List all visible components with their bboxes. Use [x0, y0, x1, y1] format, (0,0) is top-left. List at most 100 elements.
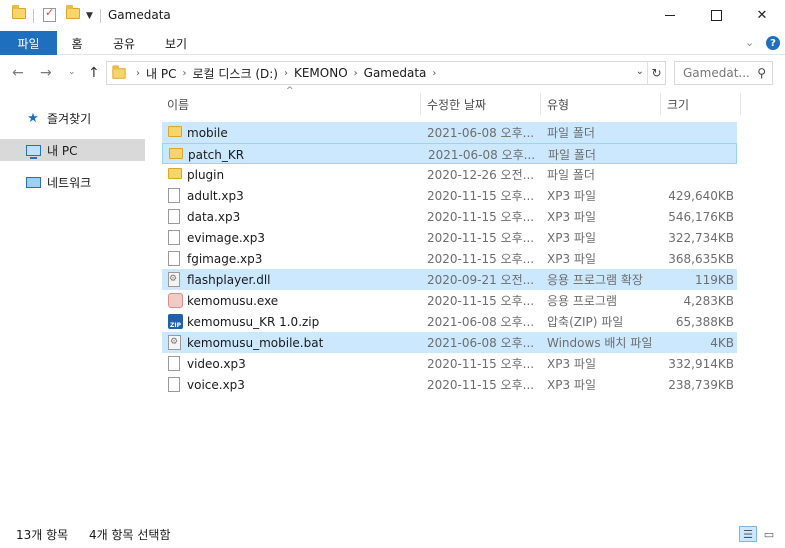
folder-icon — [168, 126, 182, 137]
breadcrumb-local-disk[interactable]: 로컬 디스크 (D:) — [192, 65, 277, 82]
file-row[interactable]: video.xp3 2020-11-15 오후... XP3 파일 332,914KB — [162, 353, 737, 374]
expand-ribbon-icon[interactable]: ⌄ — [745, 36, 754, 49]
large-icons-view-button[interactable]: ▭ — [760, 526, 778, 542]
details-view-button[interactable]: ☰ — [739, 526, 757, 542]
ribbon: 파일 홈 공유 보기 ⌄ ? — [0, 31, 785, 55]
column-header-date[interactable]: 수정한 날짜 — [427, 93, 537, 115]
file-type: XP3 파일 — [547, 252, 596, 266]
file-row[interactable]: voice.xp3 2020-11-15 오후... XP3 파일 238,739KB — [162, 374, 737, 395]
refresh-icon[interactable]: ↻ — [647, 62, 665, 84]
file-row[interactable]: kemomusu_mobile.bat 2021-06-08 오후... Windo… — [162, 332, 737, 353]
sidebar-item-network[interactable]: 네트워크 — [25, 171, 145, 193]
file-size: 322,734KB — [668, 230, 734, 245]
file-row[interactable]: data.xp3 2020-11-15 오후... XP3 파일 546,176KB — [162, 206, 737, 227]
batch-file-icon — [168, 335, 181, 350]
file-date: 2021-06-08 오후... — [427, 336, 535, 350]
file-name: kemomusu_mobile.bat — [187, 335, 324, 350]
sidebar-item-label: 즐겨찾기 — [47, 111, 92, 126]
file-row[interactable]: patch_KR 2021-06-08 오후... 파일 폴더 — [162, 143, 737, 164]
file-row[interactable]: evimage.xp3 2020-11-15 오후... XP3 파일 322,734… — [162, 227, 737, 248]
title-bar: ▼ Gamedata ✕ — [0, 0, 785, 31]
sidebar-item-this-pc[interactable]: 내 PC — [0, 139, 145, 161]
file-row[interactable]: kemomusu.exe 2020-11-15 오후... 응용 프로그램 4,283… — [162, 290, 737, 311]
maximize-button[interactable] — [693, 0, 739, 31]
file-size: 119KB — [694, 272, 734, 287]
customize-toolbar-icon[interactable]: ▼ — [86, 11, 93, 21]
chevron-right-icon[interactable]: › — [182, 68, 186, 79]
dll-file-icon — [168, 272, 180, 287]
new-folder-icon[interactable] — [66, 5, 80, 19]
file-type: 파일 폴더 — [548, 148, 596, 162]
file-date: 2021-06-08 오후... — [428, 148, 536, 162]
recent-locations-icon[interactable]: ⌄ — [68, 67, 76, 77]
address-bar[interactable]: › 내 PC › 로컬 디스크 (D:) › KEMONO › Gamedata… — [106, 61, 666, 85]
file-type: 응용 프로그램 — [547, 294, 618, 308]
column-divider[interactable] — [420, 93, 421, 115]
minimize-button[interactable] — [647, 0, 693, 31]
back-icon[interactable]: ← — [12, 65, 24, 81]
folder-icon — [112, 64, 126, 79]
details-view-icon: ☰ — [743, 527, 753, 541]
tab-home[interactable]: 홈 — [62, 31, 92, 55]
address-dropdown-icon[interactable]: ⌄ — [636, 66, 644, 77]
tab-file[interactable]: 파일 — [0, 31, 57, 55]
search-box[interactable]: Gamedat... ⚲ — [674, 61, 773, 85]
file-name: patch_KR — [188, 147, 245, 162]
file-size: 4,283KB — [683, 293, 734, 308]
file-type: XP3 파일 — [547, 357, 596, 371]
chevron-right-icon[interactable]: › — [354, 68, 358, 79]
file-row[interactable]: fgimage.xp3 2020-11-15 오후... XP3 파일 368,635… — [162, 248, 737, 269]
file-date: 2020-11-15 오후... — [427, 378, 535, 392]
file-date: 2020-11-15 오후... — [427, 357, 535, 371]
sidebar-item-quick-access[interactable]: ★ 즐겨찾기 — [25, 107, 145, 129]
file-date: 2020-11-15 오후... — [427, 294, 535, 308]
separator — [33, 9, 34, 23]
chevron-right-icon[interactable]: › — [284, 68, 288, 79]
file-icon — [168, 209, 180, 224]
file-name: flashplayer.dll — [187, 272, 271, 287]
file-name: kemomusu_KR 1.0.zip — [187, 314, 320, 329]
file-name: fgimage.xp3 — [187, 251, 263, 266]
column-divider[interactable] — [660, 93, 661, 115]
file-type: XP3 파일 — [547, 231, 596, 245]
file-row[interactable]: flashplayer.dll 2020-09-21 오전... 응용 프로그램 확… — [162, 269, 737, 290]
file-row[interactable]: plugin 2020-12-26 오전... 파일 폴더 — [162, 164, 737, 185]
file-name: evimage.xp3 — [187, 230, 266, 245]
search-placeholder: Gamedat... — [683, 66, 750, 80]
file-row[interactable]: mobile 2021-06-08 오후... 파일 폴더 — [162, 122, 737, 143]
search-icon: ⚲ — [757, 66, 766, 80]
file-type: 파일 폴더 — [547, 126, 595, 140]
forward-icon[interactable]: → — [40, 65, 52, 81]
column-header-size[interactable]: 크기 — [667, 93, 737, 115]
chevron-right-icon[interactable]: › — [432, 68, 436, 79]
file-size: 65,388KB — [675, 314, 734, 329]
file-row[interactable]: adult.xp3 2020-11-15 오후... XP3 파일 429,640KB — [162, 185, 737, 206]
breadcrumb-gamedata[interactable]: Gamedata — [364, 66, 427, 80]
file-row[interactable]: ZIP kemomusu_KR 1.0.zip 2021-06-08 오후... 압축… — [162, 311, 737, 332]
help-icon[interactable]: ? — [766, 36, 780, 50]
breadcrumb-kemono[interactable]: KEMONO — [294, 66, 348, 80]
file-size: 368,635KB — [668, 251, 734, 266]
file-name: mobile — [187, 125, 228, 140]
column-divider[interactable] — [540, 93, 541, 115]
window-title: Gamedata — [108, 8, 171, 22]
column-header-type[interactable]: 유형 — [547, 93, 657, 115]
tab-view[interactable]: 보기 — [158, 31, 194, 55]
file-date: 2020-11-15 오후... — [427, 210, 535, 224]
up-icon[interactable]: ↑ — [88, 65, 100, 81]
tab-share[interactable]: 공유 — [106, 31, 142, 55]
folder-icon[interactable] — [12, 5, 26, 19]
file-name: adult.xp3 — [187, 188, 244, 203]
file-icon — [168, 251, 180, 266]
column-divider[interactable] — [740, 93, 741, 115]
file-size: 4KB — [710, 335, 734, 350]
star-icon: ★ — [27, 110, 39, 126]
app-icon — [168, 293, 183, 308]
file-type: XP3 파일 — [547, 210, 596, 224]
properties-icon[interactable] — [43, 6, 56, 22]
breadcrumb-this-pc[interactable]: 내 PC — [146, 65, 176, 82]
column-header-name[interactable]: 이름 — [167, 93, 417, 115]
close-button[interactable]: ✕ — [739, 0, 785, 31]
file-type: 응용 프로그램 확장 — [547, 273, 643, 287]
file-date: 2020-09-21 오전... — [427, 273, 535, 287]
